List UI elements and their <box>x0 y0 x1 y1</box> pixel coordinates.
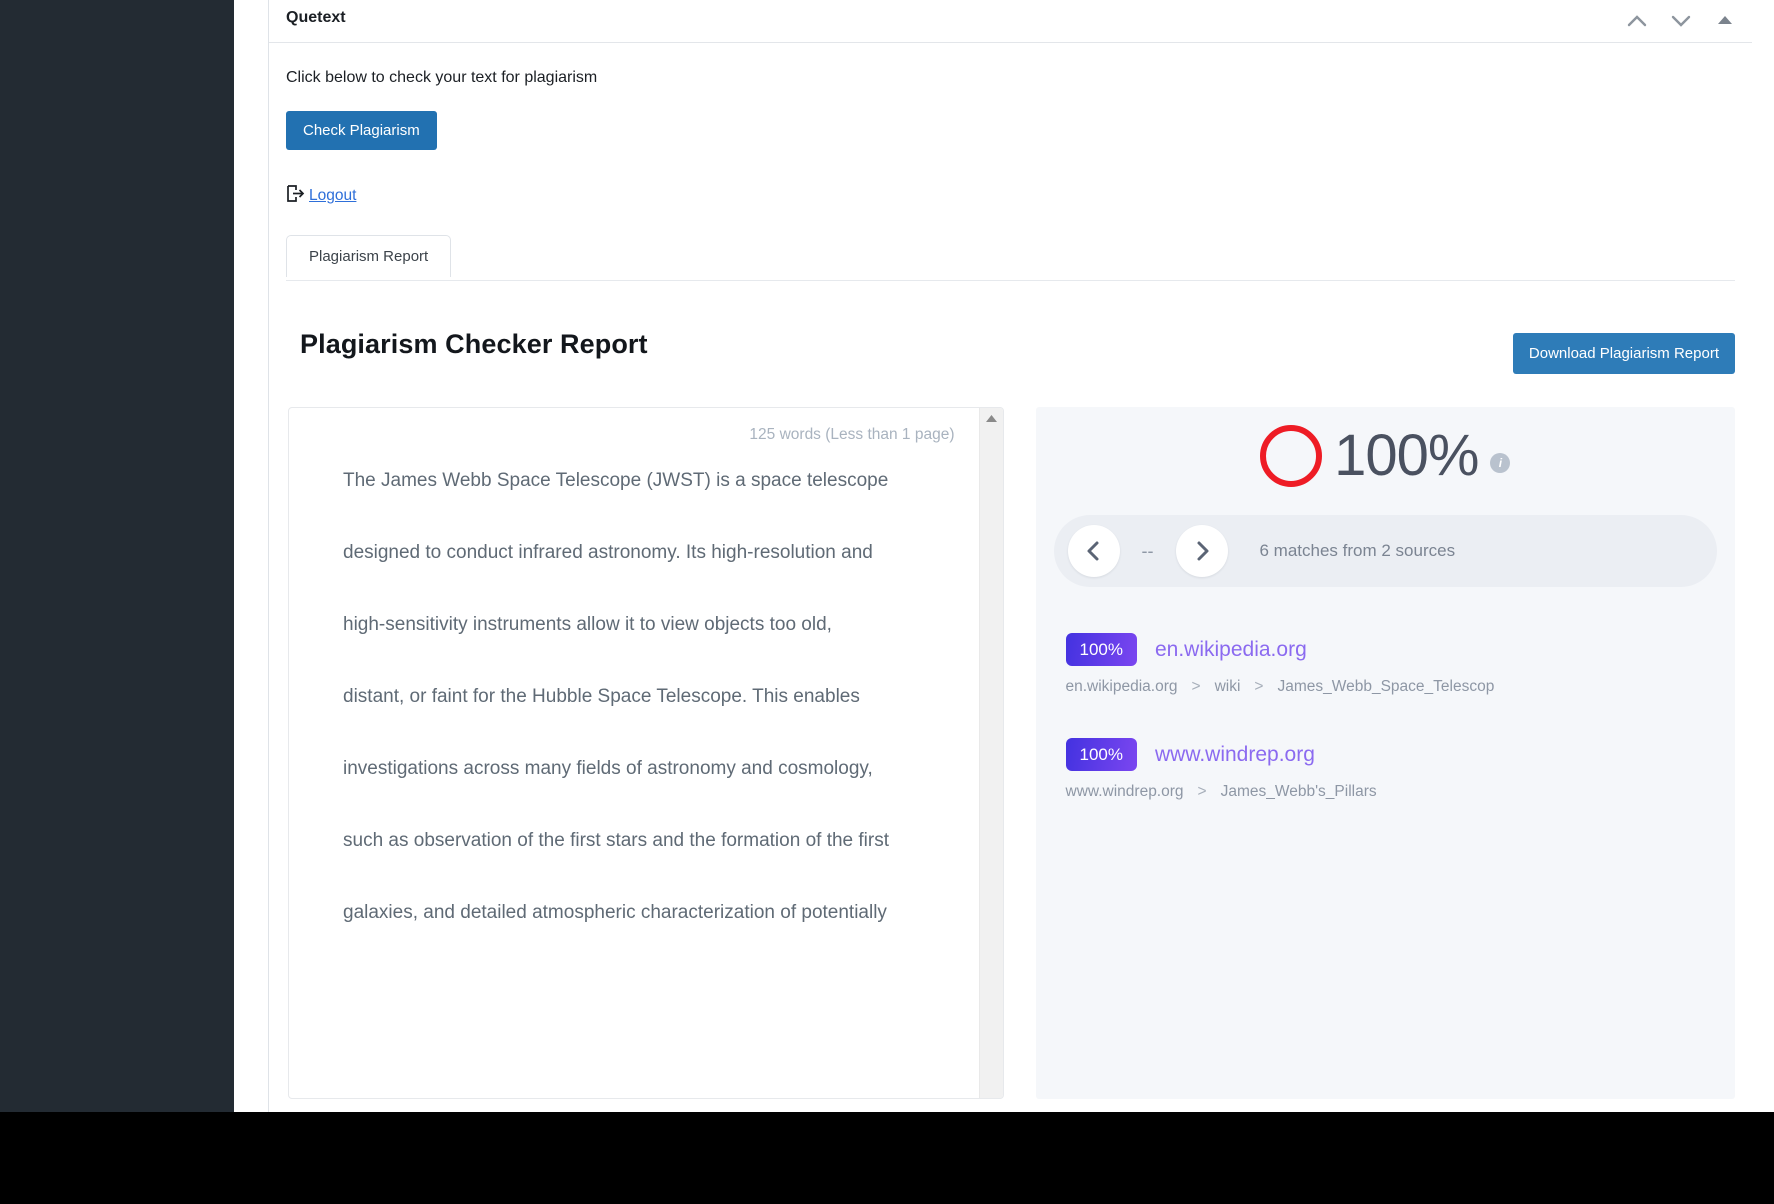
matched-text-segment[interactable]: The James Webb Space Telescope (JWST) is… <box>343 470 889 492</box>
page-title: Plagiarism Checker Report <box>300 329 648 360</box>
text-pane-scrollbar[interactable] <box>978 408 1003 1099</box>
matched-text-segment[interactable]: This enables <box>752 686 860 708</box>
breadcrumb-separator: > <box>1254 678 1264 696</box>
scroll-up-arrow-icon[interactable] <box>980 414 1003 423</box>
panel-header-controls <box>1620 5 1742 35</box>
score-percent: 100% <box>1334 423 1479 489</box>
breadcrumb-part: James_Webb's_Pillars <box>1220 783 1377 801</box>
text-line: high-sensitivity instruments allow it to… <box>343 614 967 686</box>
panel-body: Click below to check your text for plagi… <box>269 69 1752 1100</box>
text-line: The James Webb Space Telescope (JWST) is… <box>343 470 967 542</box>
source-breadcrumb: en.wikipedia.org > wiki > James_Webb_Space_T… <box>1066 678 1736 696</box>
logout-row: Logout <box>286 185 1735 207</box>
breadcrumb-part: en.wikipedia.org <box>1065 678 1178 696</box>
matched-text-segment[interactable]: Its high-resolution and <box>685 542 873 564</box>
tab-plagiarism-report[interactable]: Plagiarism Report <box>286 235 452 278</box>
source-match-badge: 100% <box>1065 633 1137 667</box>
source-breadcrumb: www.windrep.org > James_Webb's_Pillars <box>1066 783 1736 801</box>
source-match-badge: 100% <box>1065 738 1137 772</box>
screen: Quetext Click below to check your text f… <box>0 0 1774 1204</box>
page-right-margin <box>1752 0 1774 1112</box>
triangle-up-icon[interactable] <box>1708 5 1742 35</box>
match-position: -- <box>1141 540 1154 561</box>
source-header: 100% www.windrep.org <box>1065 738 1736 772</box>
analyzed-text: The James Webb Space Telescope (JWST) is… <box>343 470 967 974</box>
score-row: 100% i <box>1036 423 1736 489</box>
matched-text-segment[interactable]: galaxies, and detailed atmospheric chara… <box>343 902 887 924</box>
source-header: 100% en.wikipedia.org <box>1065 633 1736 667</box>
info-icon[interactable]: i <box>1490 453 1511 474</box>
chevron-up-icon[interactable] <box>1620 5 1654 35</box>
browser-left-rail <box>0 0 234 1112</box>
report-header: Plagiarism Checker Report Download Plagi… <box>286 325 1735 385</box>
matched-text-segment[interactable]: distant, or faint for the Hubble Space T… <box>343 686 748 708</box>
word-count-label: 125 words (Less than 1 page) <box>749 426 955 444</box>
report-body: 125 words (Less than 1 page) The James W… <box>286 407 1736 1100</box>
check-plagiarism-button[interactable]: Check Plagiarism <box>286 111 437 151</box>
text-line: distant, or faint for the Hubble Space T… <box>343 686 967 758</box>
text-line: designed to conduct infrared astronomy. … <box>343 542 967 614</box>
source-item: 100% en.wikipedia.org en.wikipedia.org > wik… <box>1065 633 1736 696</box>
matched-text-segment[interactable]: investigations across many fields of ast… <box>343 758 873 780</box>
panel-header: Quetext <box>269 0 1752 43</box>
quetext-panel: Quetext Click below to check your text f… <box>268 0 1752 1112</box>
matched-text-segment[interactable]: designed to conduct infrared astronomy. <box>343 542 681 564</box>
source-url-link[interactable]: en.wikipedia.org <box>1155 638 1307 662</box>
results-pane: 100% i -- 6 matches from 2 sources 100% … <box>1035 407 1736 1100</box>
source-text-pane: 125 words (Less than 1 page) The James W… <box>288 407 1004 1100</box>
chevron-down-icon[interactable] <box>1664 5 1698 35</box>
source-list: 100% en.wikipedia.org en.wikipedia.org > wik… <box>1036 633 1736 801</box>
download-plagiarism-report-button[interactable]: Download Plagiarism Report <box>1512 333 1735 375</box>
tab-underline <box>286 280 1735 282</box>
tab-strip: Plagiarism Report <box>286 235 1735 282</box>
breadcrumb-separator: > <box>1197 783 1207 801</box>
panel-title: Quetext <box>286 9 346 26</box>
breadcrumb-part: wiki <box>1214 678 1241 696</box>
breadcrumb-part: James_Webb_Space_Telescop <box>1277 678 1495 696</box>
match-summary: 6 matches from 2 sources <box>1259 541 1456 561</box>
logout-link[interactable]: Logout <box>309 187 356 205</box>
matched-text-segment[interactable]: such as observation of the first stars a… <box>343 830 889 852</box>
previous-match-button[interactable] <box>1067 525 1120 578</box>
matched-text-segment[interactable]: high-sensitivity instruments allow it to… <box>343 614 832 636</box>
source-item: 100% www.windrep.org www.windrep.org > James… <box>1065 738 1736 801</box>
text-line: such as observation of the first stars a… <box>343 830 967 902</box>
text-line: investigations across many fields of ast… <box>343 758 967 830</box>
scrollbar-thumb[interactable] <box>983 432 999 733</box>
breadcrumb-separator: > <box>1191 678 1201 696</box>
source-url-link[interactable]: www.windrep.org <box>1155 743 1315 767</box>
instruction-text: Click below to check your text for plagi… <box>286 69 598 86</box>
breadcrumb-part: www.windrep.org <box>1065 783 1184 801</box>
text-line: galaxies, and detailed atmospheric chara… <box>343 902 967 974</box>
score-ring-icon <box>1260 425 1323 488</box>
logout-icon <box>286 185 305 207</box>
match-navigation-bar: -- 6 matches from 2 sources <box>1053 515 1717 588</box>
next-match-button[interactable] <box>1175 525 1228 578</box>
